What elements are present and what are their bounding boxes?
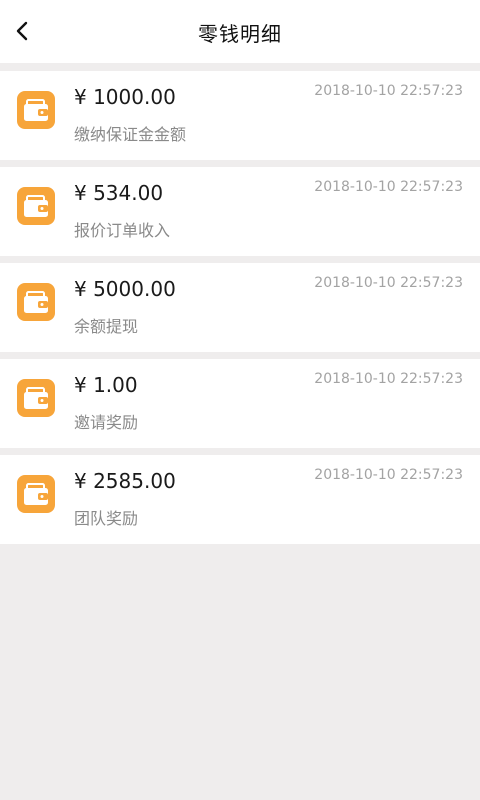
transaction-time: 2018-10-10 22:57:23	[314, 371, 463, 387]
transaction-description: 邀请奖励	[74, 413, 139, 432]
transaction-amount: ¥ 2585.00	[74, 469, 176, 493]
wallet-icon	[17, 379, 55, 417]
transaction-item[interactable]: ¥ 1000.00 缴纳保证金金额 2018-10-10 22:57:23	[0, 71, 480, 160]
wallet-icon	[17, 283, 55, 321]
transaction-time: 2018-10-10 22:57:23	[314, 179, 463, 195]
transaction-amount: ¥ 1000.00	[74, 85, 176, 109]
nav-bar: 零钱明细	[0, 0, 480, 63]
transaction-time: 2018-10-10 22:57:23	[314, 467, 463, 483]
transaction-item[interactable]: ¥ 1.00 邀请奖励 2018-10-10 22:57:23	[0, 359, 480, 448]
transaction-amount: ¥ 5000.00	[74, 277, 176, 301]
transaction-description: 报价订单收入	[74, 221, 171, 240]
transaction-list: ¥ 1000.00 缴纳保证金金额 2018-10-10 22:57:23 ¥ …	[0, 71, 480, 551]
transaction-time: 2018-10-10 22:57:23	[314, 83, 463, 99]
wallet-icon	[17, 475, 55, 513]
transaction-description: 缴纳保证金金额	[74, 125, 187, 144]
wallet-icon	[17, 91, 55, 129]
transaction-item[interactable]: ¥ 2585.00 团队奖励 2018-10-10 22:57:23	[0, 455, 480, 544]
transaction-time: 2018-10-10 22:57:23	[314, 275, 463, 291]
transaction-amount: ¥ 534.00	[74, 181, 164, 205]
wallet-icon	[17, 187, 55, 225]
transaction-item[interactable]: ¥ 534.00 报价订单收入 2018-10-10 22:57:23	[0, 167, 480, 256]
transaction-description: 余额提现	[74, 317, 139, 336]
transaction-item[interactable]: ¥ 5000.00 余额提现 2018-10-10 22:57:23	[0, 263, 480, 352]
transaction-description: 团队奖励	[74, 509, 139, 528]
transaction-amount: ¥ 1.00	[74, 373, 138, 397]
page-title: 零钱明细	[198, 22, 282, 46]
